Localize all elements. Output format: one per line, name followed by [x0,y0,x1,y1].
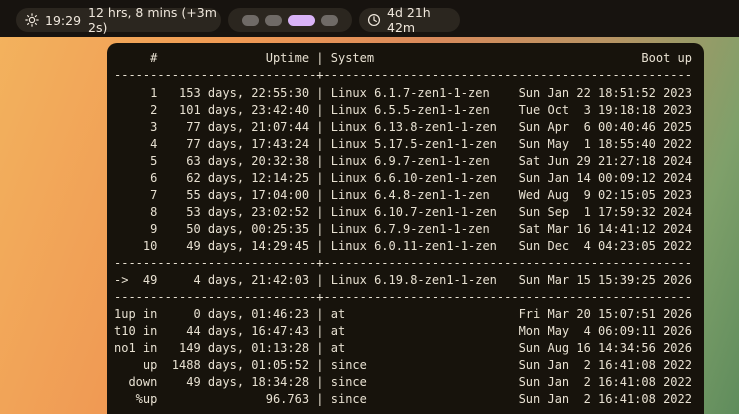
table-row: 9 50 days, 00:25:35 | Linux 6.7.9-zen1-1… [114,222,692,236]
table-separator: ----------------------------+-----------… [114,68,692,82]
table-row: 5 63 days, 20:32:38 | Linux 6.9.7-zen1-1… [114,154,692,168]
clock-widget[interactable]: 19:29 12 hrs, 8 mins (+3m 2s) [16,5,221,35]
terminal-window[interactable]: # Uptime | System Boot up --------------… [107,43,704,414]
workspace-1[interactable] [242,14,259,26]
clock-icon [367,13,381,27]
top-bar: 19:29 12 hrs, 8 mins (+3m 2s) 4d 21h 42m [0,0,739,37]
workspace-3-active[interactable] [288,14,315,26]
table-row: 8 53 days, 23:02:52 | Linux 6.10.7-zen1-… [114,205,692,219]
sun-icon [25,13,39,27]
workspace-2[interactable] [265,14,282,26]
summary-row: 1up in 0 days, 01:46:23 | at Fri Mar 20 … [114,307,692,321]
clock-time: 19:29 [45,12,82,28]
uptime-widget[interactable]: 4d 21h 42m [359,5,460,35]
current-session-row: -> 49 4 days, 21:42:03 | Linux 6.19.8-ze… [114,273,692,287]
workspace-switcher [228,8,352,32]
table-separator: ----------------------------+-----------… [114,256,692,270]
daylight-duration: 12 hrs, 8 mins (+3m 2s) [88,5,217,35]
summary-row: t10 in 44 days, 16:47:43 | at Mon May 4 … [114,324,692,338]
table-row: 7 55 days, 17:04:00 | Linux 6.4.8-zen1-1… [114,188,692,202]
table-separator: ----------------------------+-----------… [114,290,692,304]
uptime-value: 4d 21h 42m [387,5,431,35]
table-row: 1 153 days, 22:55:30 | Linux 6.1.7-zen1-… [114,86,692,100]
table-row: 4 77 days, 17:43:24 | Linux 5.17.5-zen1-… [114,137,692,151]
summary-row: no1 in 149 days, 01:13:28 | at Sun Aug 1… [114,341,692,355]
table-row: 6 62 days, 12:14:25 | Linux 6.6.10-zen1-… [114,171,692,185]
table-header: # Uptime | System Boot up [114,51,692,65]
summary-row: %up 96.763 | since Sun Jan 2 16:41:08 20… [114,392,692,406]
summary-row: down 49 days, 18:34:28 | since Sun Jan 2… [114,375,692,389]
table-row: 10 49 days, 14:29:45 | Linux 6.0.11-zen1… [114,239,692,253]
workspace-4[interactable] [321,14,338,26]
summary-row: up 1488 days, 01:05:52 | since Sun Jan 2… [114,358,692,372]
table-row: 3 77 days, 21:07:44 | Linux 6.13.8-zen1-… [114,120,692,134]
table-row: 2 101 days, 23:42:40 | Linux 6.5.5-zen1-… [114,103,692,117]
